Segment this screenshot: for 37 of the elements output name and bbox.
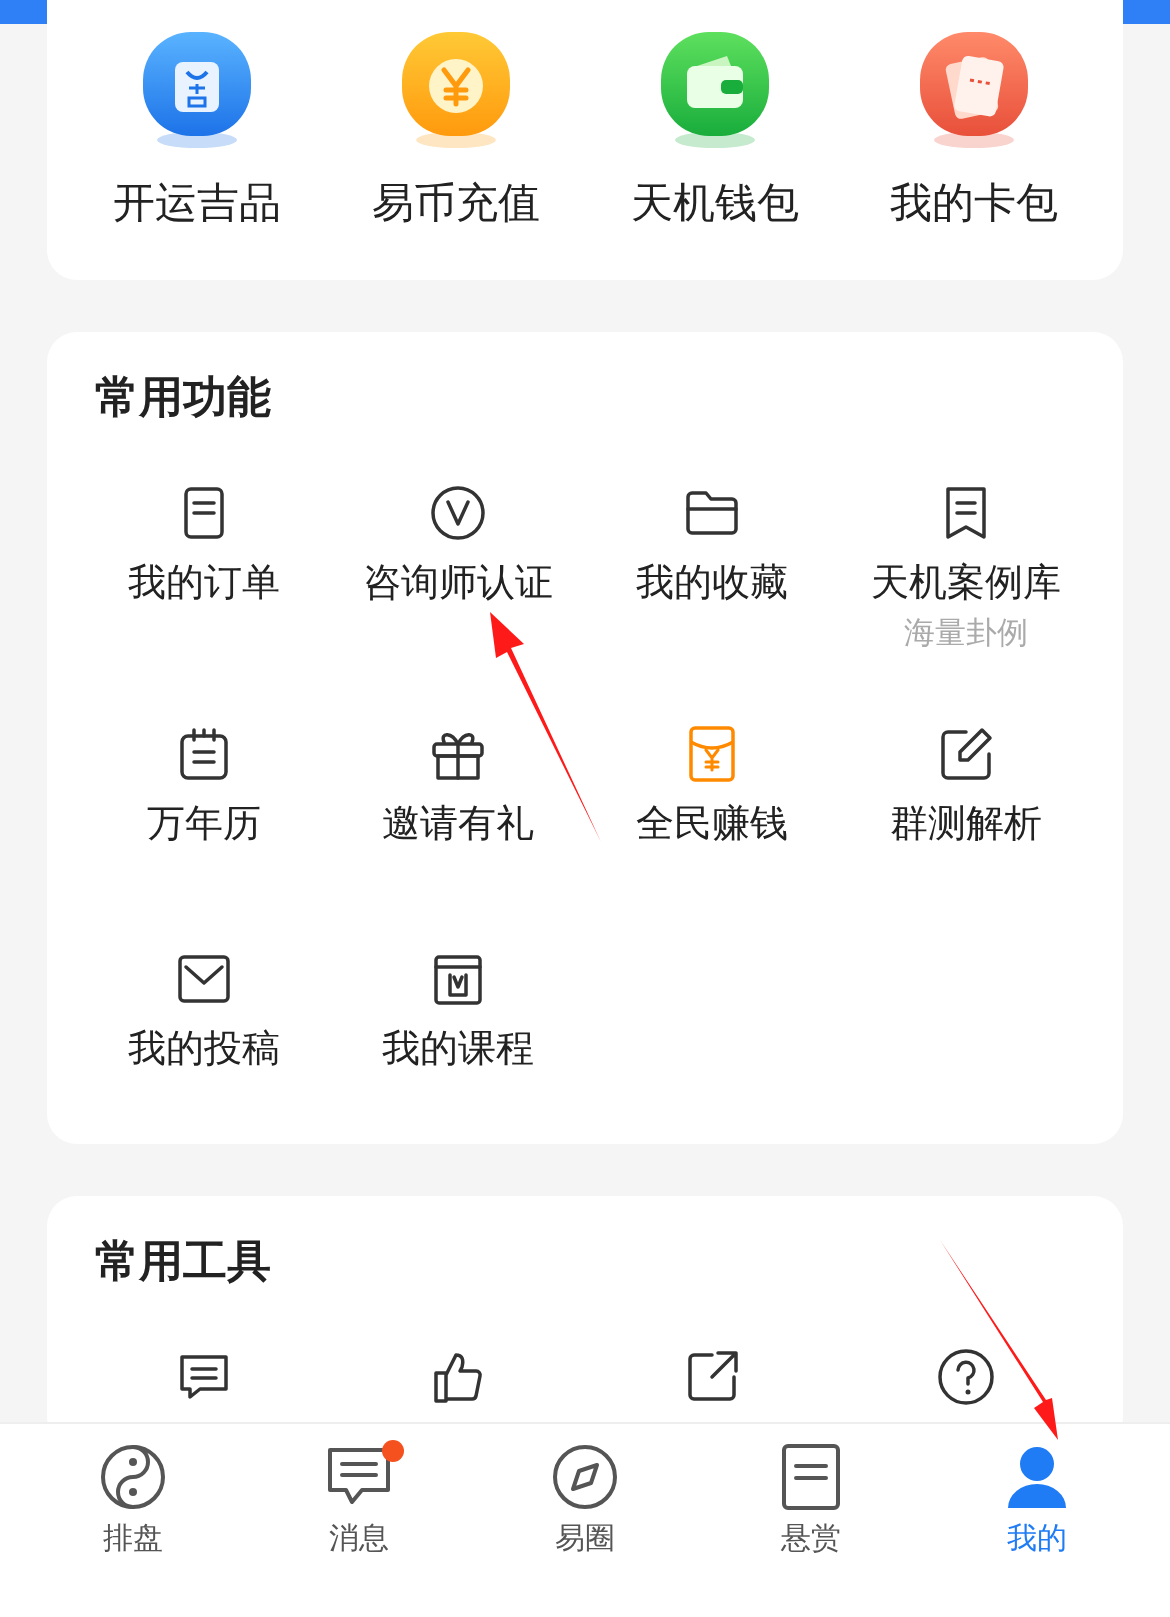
function-subtitle: 海量卦例 [904, 613, 1028, 652]
section-title: 常用功能 [95, 370, 272, 424]
function-label: 天机案例库 [871, 559, 1061, 606]
yin-yang-icon [98, 1442, 168, 1512]
compass-icon [550, 1442, 620, 1512]
function-label: 咨询师认证 [363, 559, 553, 606]
shortcut-item[interactable]: 天机钱包 [585, 0, 844, 280]
shortcut-item[interactable]: 开运吉品 [67, 0, 326, 280]
function-label: 邀请有礼 [382, 800, 534, 847]
help-icon [936, 1347, 996, 1407]
tab-item[interactable]: 悬赏 [698, 1424, 924, 1617]
tool-item[interactable] [936, 1347, 996, 1407]
shortcut-item[interactable]: 我的卡包 [844, 0, 1103, 280]
shortcut-item[interactable]: 易币充值 [326, 0, 585, 280]
function-item[interactable]: 我的投稿 [77, 949, 331, 1104]
function-item[interactable]: 我的订单 [77, 483, 331, 654]
function-item[interactable]: 我的课程 [331, 949, 585, 1104]
tab-item[interactable]: 消息 [246, 1424, 472, 1617]
function-label: 群测解析 [890, 800, 1042, 847]
function-item[interactable]: 我的收藏 [585, 483, 839, 654]
function-label: 我的订单 [128, 559, 280, 606]
function-label: 我的投稿 [128, 1025, 280, 1072]
function-label: 我的收藏 [636, 559, 788, 606]
function-item[interactable]: 全民赚钱 [585, 724, 839, 879]
check-v-icon [428, 483, 488, 543]
function-item[interactable]: 邀请有礼 [331, 724, 585, 879]
function-label: 万年历 [147, 800, 261, 847]
function-label: 全民赚钱 [636, 800, 788, 847]
function-item[interactable]: 万年历 [77, 724, 331, 879]
function-item[interactable]: 天机案例库 海量卦例 [839, 483, 1093, 654]
function-item[interactable]: 群测解析 [839, 724, 1093, 879]
function-item[interactable]: 咨询师认证 [331, 483, 585, 654]
tab-item[interactable]: 排盘 [20, 1424, 246, 1617]
tab-item[interactable]: 我的 [924, 1424, 1150, 1617]
function-label: 我的课程 [382, 1025, 534, 1072]
tab-item[interactable]: 易圈 [472, 1424, 698, 1617]
section-title: 常用工具 [95, 1234, 272, 1288]
